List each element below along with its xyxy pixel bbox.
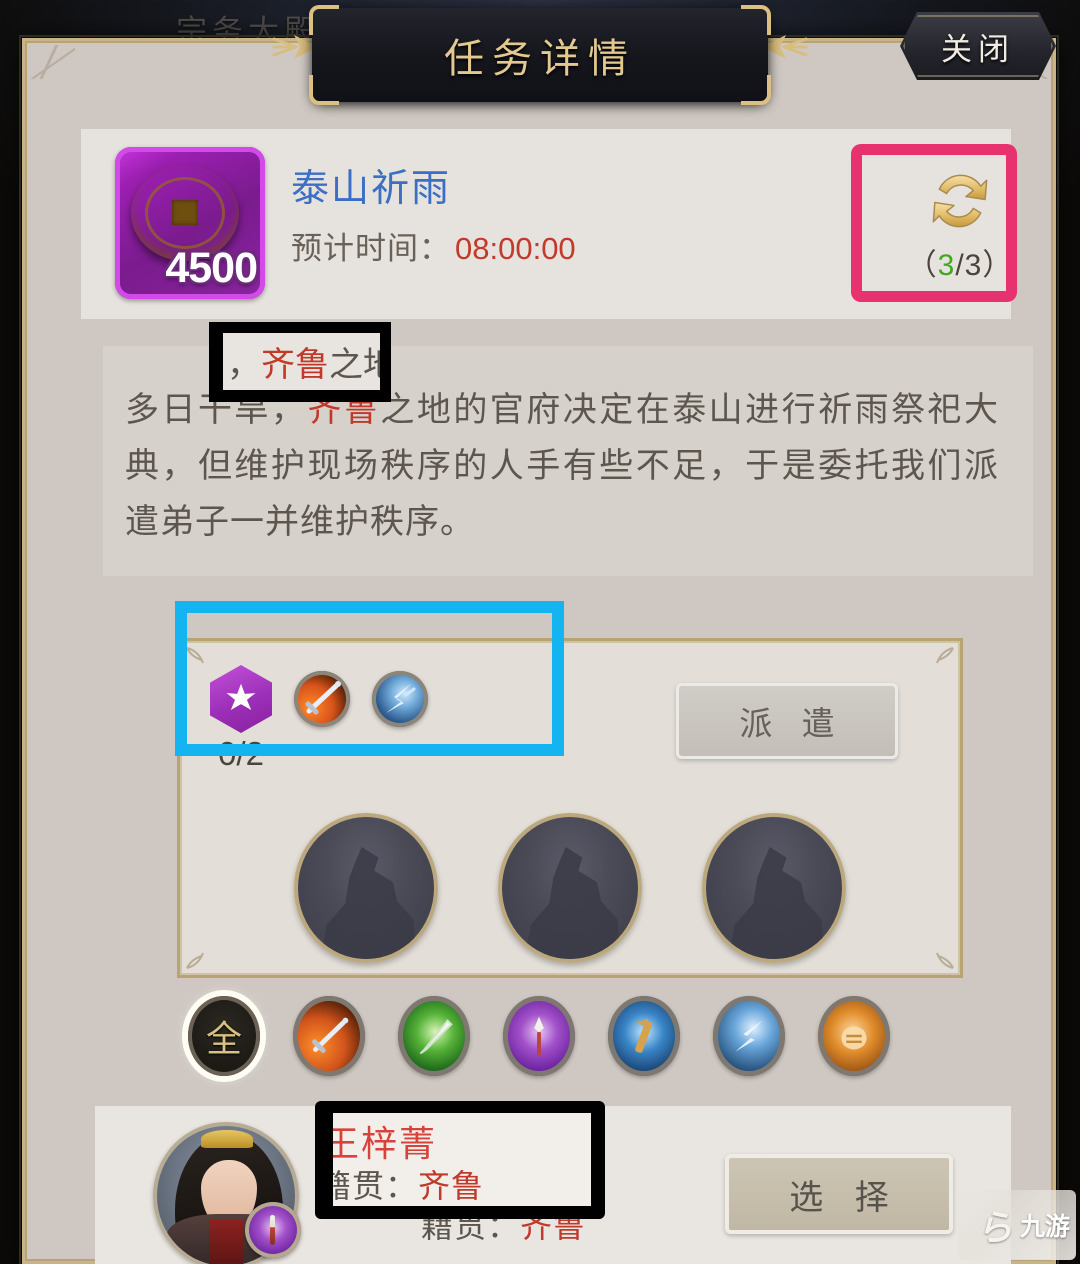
refresh-count-sep: / bbox=[955, 249, 965, 282]
green-blade-filter-icon bbox=[419, 1019, 453, 1055]
quest-header: 4500 泰山祈雨 预计时间： 08:00:00 bbox=[81, 129, 1011, 319]
rank-requirement: 0/2 bbox=[210, 665, 272, 773]
refresh-count: （3/3） bbox=[907, 240, 1014, 284]
dispatch-button[interactable]: 派 遣 bbox=[676, 683, 898, 759]
description-redaction-content: ，齐鲁之地 bbox=[223, 333, 380, 390]
watermark-logo-icon: ら bbox=[976, 1207, 1019, 1248]
empty-member-silhouette-icon bbox=[524, 847, 620, 959]
orange-fist-filter-icon bbox=[841, 1026, 867, 1050]
purple-spear-filter-icon bbox=[534, 1016, 544, 1056]
quest-time-value: 08:00:00 bbox=[455, 231, 576, 266]
member-slot-2[interactable] bbox=[498, 813, 642, 963]
purple-star-hexagon-icon bbox=[210, 665, 272, 733]
requirement-count: 0/2 bbox=[218, 735, 264, 772]
filter-fire-sword[interactable] bbox=[293, 996, 365, 1076]
ice-bow-class-icon[interactable] bbox=[372, 671, 428, 727]
corner-ornament-icon bbox=[936, 647, 954, 664]
avatar-hairpiece bbox=[201, 1130, 253, 1148]
blue-bow-filter-icon bbox=[735, 1020, 763, 1052]
blue-axe-filter-icon bbox=[635, 1018, 653, 1053]
avatar-robe-accent bbox=[209, 1220, 243, 1264]
filter-green-blade[interactable] bbox=[398, 996, 470, 1076]
character-redaction-content: 王梓菁 籍贯：齐鲁 bbox=[333, 1113, 591, 1206]
six-point-star-icon bbox=[226, 683, 256, 711]
member-slot-1[interactable] bbox=[294, 813, 438, 963]
refresh-quest-button[interactable]: （3/3） bbox=[891, 141, 1029, 307]
description-redaction-box: ，齐鲁之地 bbox=[209, 322, 391, 402]
reward-item-slot[interactable]: 4500 bbox=[115, 147, 265, 299]
redacted-origin-value: 齐鲁 bbox=[418, 1168, 485, 1204]
corner-ornament-icon bbox=[186, 647, 204, 664]
select-button-label: 选 择 bbox=[789, 1178, 900, 1217]
dispatch-panel: 0/2 派 遣 bbox=[177, 638, 963, 978]
dialog-title-plate: 任务详情 bbox=[309, 5, 771, 105]
title-wing-ornament-icon bbox=[762, 35, 808, 59]
close-button[interactable]: 关闭 bbox=[900, 12, 1056, 80]
member-slot-list bbox=[180, 813, 960, 963]
filter-orange-fist[interactable] bbox=[818, 996, 890, 1076]
ice-shard-glyph-icon bbox=[386, 683, 416, 713]
fire-sword-class-icon[interactable] bbox=[294, 671, 350, 727]
fire-sword-filter-icon bbox=[312, 1017, 349, 1053]
close-button-label: 关闭 bbox=[941, 31, 1015, 67]
character-redaction-box: 王梓菁 籍贯：齐鲁 bbox=[315, 1101, 605, 1219]
refresh-count-max: 3 bbox=[964, 249, 983, 282]
redacted-character-origin: 籍贯：齐鲁 bbox=[333, 1161, 484, 1206]
redacted-character-name: 王梓菁 bbox=[333, 1123, 438, 1164]
reward-amount: 4500 bbox=[165, 244, 258, 292]
filter-purple-spear[interactable] bbox=[503, 996, 575, 1076]
filter-blue-axe[interactable] bbox=[608, 996, 680, 1076]
refresh-count-current: 3 bbox=[937, 249, 956, 282]
select-button[interactable]: 选 择 bbox=[725, 1154, 953, 1234]
empty-member-silhouette-icon bbox=[320, 847, 416, 959]
quest-detail-dialog: 4500 泰山祈雨 预计时间： 08:00:00 （3/3） 多日干旱，齐鲁之地 bbox=[19, 35, 1059, 1264]
refresh-count-suffix: ） bbox=[982, 249, 1014, 282]
class-filter-row: 全 bbox=[25, 996, 1053, 1076]
quest-description: 多日干旱，齐鲁之地的官府决定在泰山进行祈雨祭祀大典，但维护现场秩序的人手有些不足… bbox=[125, 382, 999, 550]
redaction-comma: ， bbox=[227, 346, 261, 384]
purple-spear-class-icon bbox=[245, 1202, 301, 1258]
sword-glyph-icon bbox=[305, 681, 341, 715]
refresh-icon bbox=[932, 174, 988, 228]
filter-blue-bow[interactable] bbox=[713, 996, 785, 1076]
quest-name: 泰山祈雨 bbox=[291, 168, 452, 210]
redaction-highlight-term: 齐鲁 bbox=[261, 346, 329, 384]
quest-time-label: 预计时间： bbox=[291, 231, 451, 266]
member-slot-3[interactable] bbox=[702, 813, 846, 963]
requirement-group: 0/2 bbox=[210, 665, 428, 773]
page-title: 任务详情 bbox=[444, 37, 636, 81]
quest-time-row: 预计时间： 08:00:00 bbox=[291, 223, 576, 268]
site-watermark: ら 九游 bbox=[958, 1190, 1076, 1260]
refresh-count-prefix: （ bbox=[906, 249, 938, 282]
watermark-text: 九游 bbox=[1019, 1213, 1070, 1241]
dispatch-button-label: 派 遣 bbox=[739, 705, 845, 742]
empty-member-silhouette-icon bbox=[728, 847, 824, 959]
redacted-origin-label: 籍贯： bbox=[333, 1168, 419, 1204]
redaction-tail: 之地 bbox=[329, 346, 380, 384]
all-filter-label: 全 bbox=[205, 1018, 242, 1059]
filter-all[interactable]: 全 bbox=[188, 996, 260, 1076]
